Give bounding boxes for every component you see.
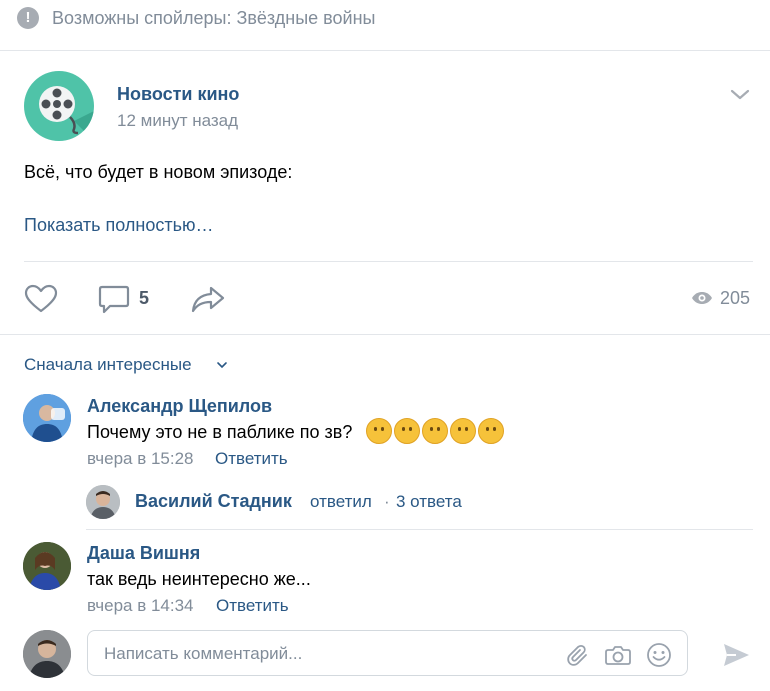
divider bbox=[0, 334, 770, 335]
divider bbox=[86, 529, 753, 530]
comment-composer[interactable] bbox=[87, 630, 688, 676]
smile-icon[interactable] bbox=[646, 642, 672, 668]
comment-time[interactable]: вчера в 15:28 bbox=[87, 448, 194, 470]
spoiler-banner-text: Возможны спойлеры: Звёздные войны bbox=[52, 8, 376, 28]
thread-replied-label[interactable]: ответил bbox=[310, 491, 372, 513]
thinking-face-emoji-icon bbox=[478, 418, 504, 444]
thread-author-link[interactable]: Василий Стадник bbox=[135, 490, 292, 512]
thinking-face-emoji-icon bbox=[422, 418, 448, 444]
reply-button[interactable]: Ответить bbox=[216, 595, 289, 617]
separator-dot: · bbox=[384, 492, 390, 511]
thinking-face-emoji-icon bbox=[366, 418, 392, 444]
comment-input[interactable] bbox=[104, 643, 544, 665]
group-name-link[interactable]: Новости кино bbox=[117, 83, 239, 105]
film-reel-icon bbox=[39, 86, 94, 141]
divider bbox=[24, 261, 753, 262]
send-icon[interactable] bbox=[722, 641, 750, 669]
avatar[interactable] bbox=[23, 542, 71, 590]
thinking-face-emoji-icon bbox=[450, 418, 476, 444]
comment-text: так ведь неинтересно же... bbox=[87, 569, 311, 589]
avatar[interactable] bbox=[23, 394, 71, 442]
paperclip-icon[interactable] bbox=[566, 644, 590, 668]
chevron-down-icon[interactable] bbox=[729, 86, 751, 102]
comments-sort-dropdown[interactable]: Сначала интересные bbox=[24, 354, 192, 376]
user-photo-icon bbox=[23, 630, 71, 678]
comment-text: Почему это не в паблике по зв? bbox=[87, 422, 353, 442]
share-arrow-icon[interactable] bbox=[190, 284, 226, 314]
comment-author-link[interactable]: Даша Вишня bbox=[87, 542, 200, 564]
comment-time[interactable]: вчера в 14:34 bbox=[87, 595, 194, 617]
comment-author-link[interactable]: Александр Щепилов bbox=[87, 395, 272, 417]
like-heart-icon[interactable] bbox=[24, 284, 58, 314]
comment-count[interactable]: 5 bbox=[139, 287, 149, 309]
reply-button[interactable]: Ответить bbox=[215, 448, 288, 470]
user-photo-icon bbox=[23, 542, 71, 590]
camera-icon[interactable] bbox=[605, 643, 631, 667]
avatar[interactable] bbox=[86, 485, 120, 519]
post-text: Всё, что будет в новом эпизоде: bbox=[24, 162, 293, 182]
views-count: 205 bbox=[720, 288, 751, 308]
exclamation-icon: ! bbox=[17, 7, 39, 29]
user-photo-icon bbox=[23, 394, 71, 442]
chevron-down-icon[interactable] bbox=[216, 361, 228, 369]
thinking-face-emoji-icon bbox=[394, 418, 420, 444]
group-avatar[interactable] bbox=[24, 71, 94, 141]
emoji-row bbox=[366, 418, 504, 444]
user-photo-icon bbox=[86, 485, 120, 519]
eye-icon bbox=[692, 292, 712, 304]
comment-bubble-icon[interactable] bbox=[98, 284, 130, 314]
thread-replies-link[interactable]: 3 ответа bbox=[396, 491, 462, 513]
post-time[interactable]: 12 минут назад bbox=[117, 110, 238, 132]
my-avatar[interactable] bbox=[23, 630, 71, 678]
show-more-link[interactable]: Показать полностью… bbox=[24, 214, 213, 236]
